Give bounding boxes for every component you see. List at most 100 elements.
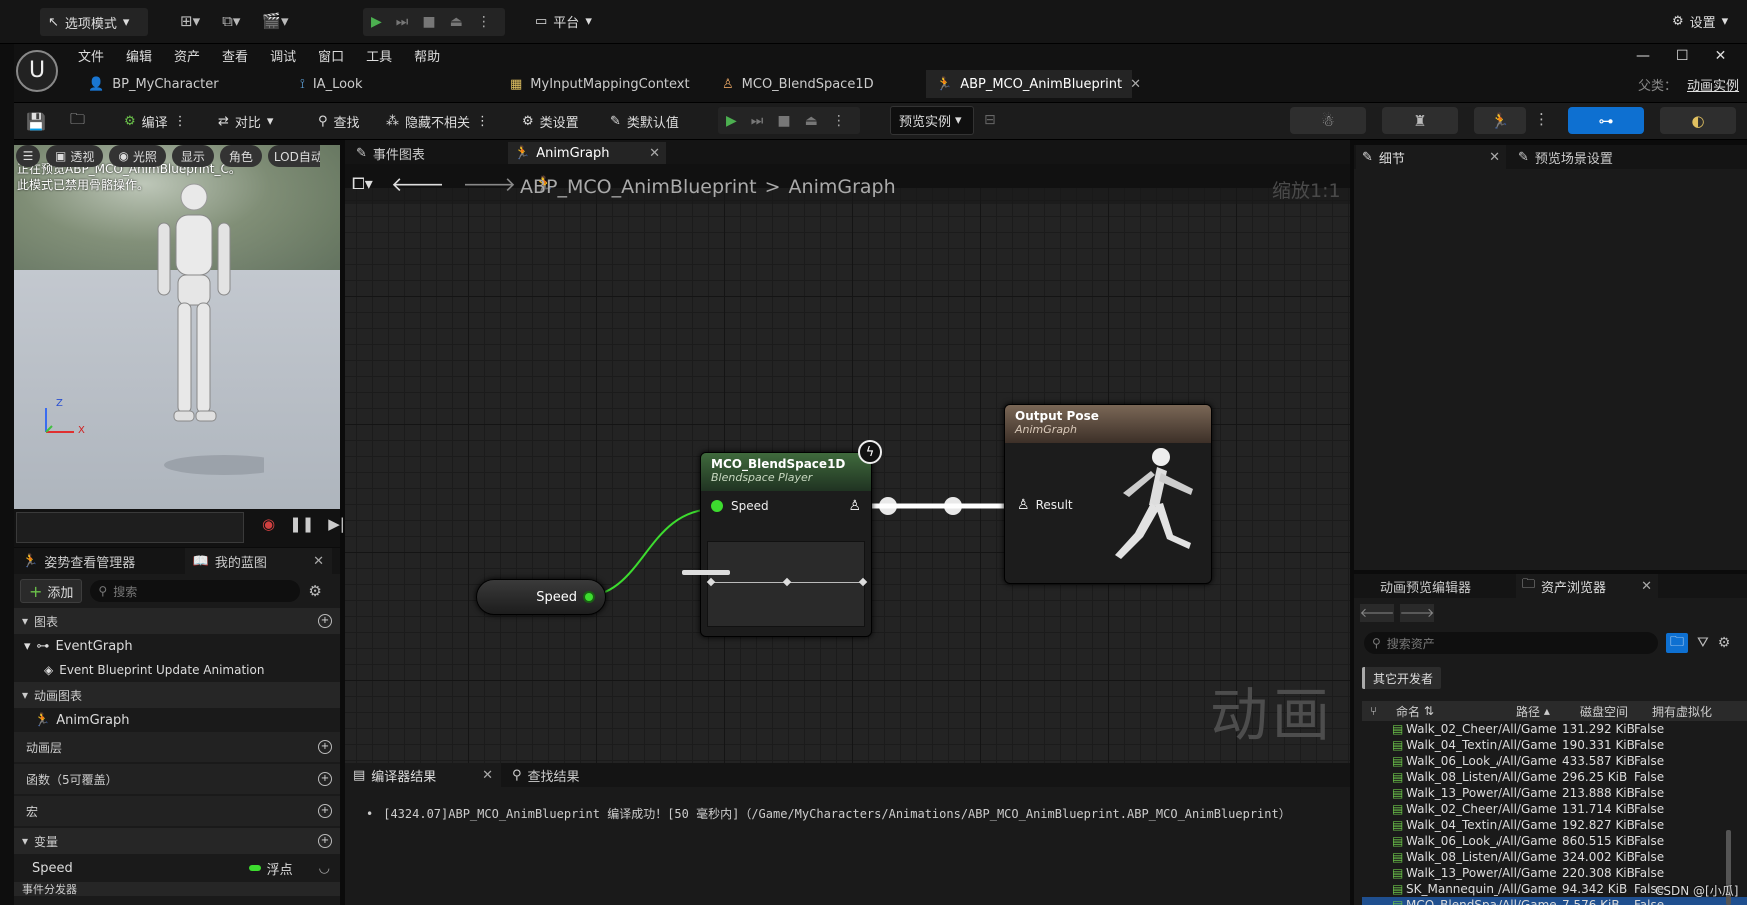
tab-blendspace[interactable]: ♙ MCO_BlendSpace1D: [712, 70, 912, 98]
menu-view[interactable]: 查看: [222, 46, 248, 65]
debug-filter-icon[interactable]: ⊟: [984, 112, 996, 128]
eject-icon[interactable]: ⏏: [805, 113, 818, 129]
class-settings-button[interactable]: ⚙ 类设置: [522, 102, 579, 140]
filter-icon[interactable]: ⛛: [1697, 635, 1709, 651]
add-function-icon[interactable]: +: [318, 772, 332, 786]
tab-my-blueprint[interactable]: 📖 我的蓝图 ✕: [184, 548, 332, 574]
menu-asset[interactable]: 资产: [174, 46, 200, 65]
add-button[interactable]: + 添加: [20, 579, 83, 603]
browse-button[interactable]: 🗀: [70, 102, 85, 140]
hide-unrelated-button[interactable]: ⁂ 隐藏不相关 ⋮: [386, 102, 489, 140]
tab-find-results[interactable]: ⚲ 查找结果: [512, 763, 580, 787]
more-options-icon[interactable]: ⋮: [476, 114, 489, 129]
close-tab-icon[interactable]: ✕: [1489, 150, 1500, 165]
section-dispatchers[interactable]: 事件分发器: [14, 882, 340, 896]
filter-chip-other-developers[interactable]: 其它开发者: [1362, 667, 1442, 689]
section-variables[interactable]: ▾ 变量 +: [14, 828, 340, 854]
more-options-icon[interactable]: ⋮: [174, 114, 187, 129]
result-pin-icon[interactable]: ♙: [1017, 497, 1030, 513]
table-row[interactable]: ▤ Walk_13_Power_/All/Game 213.888 KiB False: [1362, 785, 1747, 801]
close-tab-icon[interactable]: ✕: [1130, 77, 1141, 92]
eject-icon[interactable]: ⏏: [450, 14, 463, 30]
animation-mode-button[interactable]: 🏃: [1474, 107, 1526, 134]
table-row[interactable]: ▤ Walk_04_Texting/All/Game 190.331 KiB Fals…: [1362, 737, 1747, 753]
preview-viewport[interactable]: 正在预览ABP_MCO_AnimBlueprint_C。 此模式已禁用骨骼操作。…: [14, 145, 340, 509]
compile-button[interactable]: ⚙ 编译 ⋮: [124, 102, 187, 140]
section-graphs[interactable]: ▾ 图表 +: [14, 608, 340, 634]
column-path[interactable]: 路径 ▴: [1516, 703, 1580, 720]
perspective-button[interactable]: ▣ 透视: [46, 145, 104, 167]
asset-search-input[interactable]: ⚲ 搜索资产: [1364, 632, 1658, 654]
lod-button[interactable]: LOD自动: [267, 145, 320, 167]
maximize-icon[interactable]: ☐: [1676, 48, 1689, 64]
tab-anim-blueprint[interactable]: 🏃 ABP_MCO_AnimBlueprint ✕: [926, 70, 1141, 98]
menu-edit[interactable]: 编辑: [126, 46, 152, 65]
column-virtualized[interactable]: 拥有虚拟化: [1652, 703, 1747, 720]
close-tab-icon[interactable]: ✕: [313, 554, 324, 569]
section-anim-layers[interactable]: 动画层 +: [14, 732, 340, 762]
platform-dropdown[interactable]: ▭ 平台 ▾: [535, 12, 592, 31]
more-options-icon[interactable]: ⋮: [832, 113, 846, 129]
column-name[interactable]: 命名 ⇅: [1396, 703, 1516, 720]
mesh-mode-button[interactable]: ♜: [1382, 107, 1458, 134]
tab-ia-look[interactable]: ⟟ IA_Look: [290, 70, 470, 98]
tab-asset-browser[interactable]: 🗀 资产浏览器 ✕: [1516, 574, 1658, 598]
tab-compiler-results[interactable]: ▤ 编译器结果 ✕: [345, 763, 501, 787]
search-input[interactable]: ⚲ 搜索: [90, 580, 301, 602]
pause-icon[interactable]: ❚❚: [289, 515, 314, 533]
physics-mode-button[interactable]: ◐: [1660, 107, 1736, 134]
variable-speed[interactable]: Speed 浮点 ◡: [14, 854, 340, 882]
tab-input-mapping[interactable]: ▦ MyInputMappingContext: [500, 70, 710, 98]
character-button[interactable]: 角色: [219, 145, 262, 167]
table-row[interactable]: ▤ Walk_04_Texting/All/Game 192.827 KiB Fals…: [1362, 817, 1747, 833]
mode-dropdown[interactable]: ↖ 选项模式 ▾: [40, 8, 148, 36]
tree-item-event-update[interactable]: ◈ Event Blueprint Update Animation: [14, 658, 340, 682]
tree-item-eventgraph[interactable]: ▾ ⊶ EventGraph: [14, 634, 340, 658]
section-functions[interactable]: 函数（5可覆盖） +: [14, 764, 340, 794]
table-row[interactable]: ▤Walk_02_Cheerfu/All/Game 131.292 KiBFals…: [1362, 721, 1747, 737]
close-window-icon[interactable]: ✕: [1715, 48, 1727, 64]
menu-window[interactable]: 窗口: [318, 46, 344, 65]
blendspace-player-node[interactable]: MCO_BlendSpace1D Blendspace Player Speed…: [700, 452, 872, 637]
close-tab-icon[interactable]: ✕: [1641, 579, 1652, 594]
tab-bp-mycharacter[interactable]: 👤 BP_MyCharacter: [78, 70, 278, 98]
table-row[interactable]: ▤ Walk_13_Power_/All/Game 220.308 KiB False: [1362, 865, 1747, 881]
add-graph-icon[interactable]: +: [318, 614, 332, 628]
forward-arrow-icon[interactable]: 🡒: [1400, 604, 1434, 622]
settings-button[interactable]: ⚙ 设置 ▾: [1672, 12, 1728, 31]
tab-event-graph[interactable]: ✎ 事件图表: [350, 142, 431, 164]
section-anim-graphs[interactable]: ▾ 动画图表: [14, 682, 340, 708]
back-arrow-icon[interactable]: 🡐: [1360, 604, 1394, 622]
tree-view-icon[interactable]: ⑂: [1362, 704, 1396, 718]
speed-getter-node[interactable]: Speed: [476, 579, 606, 615]
preview-instance-dropdown[interactable]: 预览实例 ▾: [890, 106, 974, 135]
save-button[interactable]: 💾: [26, 102, 46, 140]
find-button[interactable]: ⚲ 查找: [318, 102, 360, 140]
tab-preview-scene-settings[interactable]: ✎ 预览场景设置: [1518, 145, 1613, 169]
menu-file[interactable]: 文件: [78, 46, 104, 65]
more-options-icon[interactable]: ⋮: [477, 14, 491, 30]
show-button[interactable]: 显示: [171, 145, 214, 167]
menu-help[interactable]: 帮助: [414, 46, 440, 65]
menu-debug[interactable]: 调试: [270, 46, 296, 65]
add-actor-icon[interactable]: ⊞▾: [180, 12, 200, 30]
speed-input-pin-icon[interactable]: [711, 500, 723, 512]
blueprint-mode-button[interactable]: ⊶: [1568, 107, 1644, 134]
pose-output-pin-icon[interactable]: ♙: [848, 498, 861, 514]
step-icon[interactable]: ⏭: [396, 14, 409, 30]
tab-anim-graph[interactable]: 🏃 AnimGraph ✕: [508, 142, 666, 164]
table-row[interactable]: ▤ Walk_08_Listen_/All/Game 296.25 KiB False: [1362, 769, 1747, 785]
diff-button[interactable]: ⇄ 对比 ▾: [218, 102, 273, 140]
folder-view-icon[interactable]: 🗀: [1666, 633, 1688, 653]
tab-pose-watch[interactable]: 🏃 姿势查看管理器: [22, 552, 179, 571]
class-defaults-button[interactable]: ✎ 类默认值: [610, 102, 679, 140]
timeline-scrubber[interactable]: [16, 512, 244, 543]
record-icon[interactable]: ◉: [262, 515, 275, 533]
column-disk-size[interactable]: 磁盘空间: [1580, 703, 1652, 720]
more-options-icon[interactable]: ⋮: [1534, 110, 1549, 128]
output-pose-node[interactable]: Output Pose AnimGraph ♙ Result: [1004, 404, 1212, 584]
table-row[interactable]: ▤Walk_02_Cheerfu/All/Game 131.714 KiBFals…: [1362, 801, 1747, 817]
add-layer-icon[interactable]: +: [318, 740, 332, 754]
close-tab-icon[interactable]: ✕: [649, 146, 660, 161]
stop-icon[interactable]: ■: [777, 113, 790, 129]
